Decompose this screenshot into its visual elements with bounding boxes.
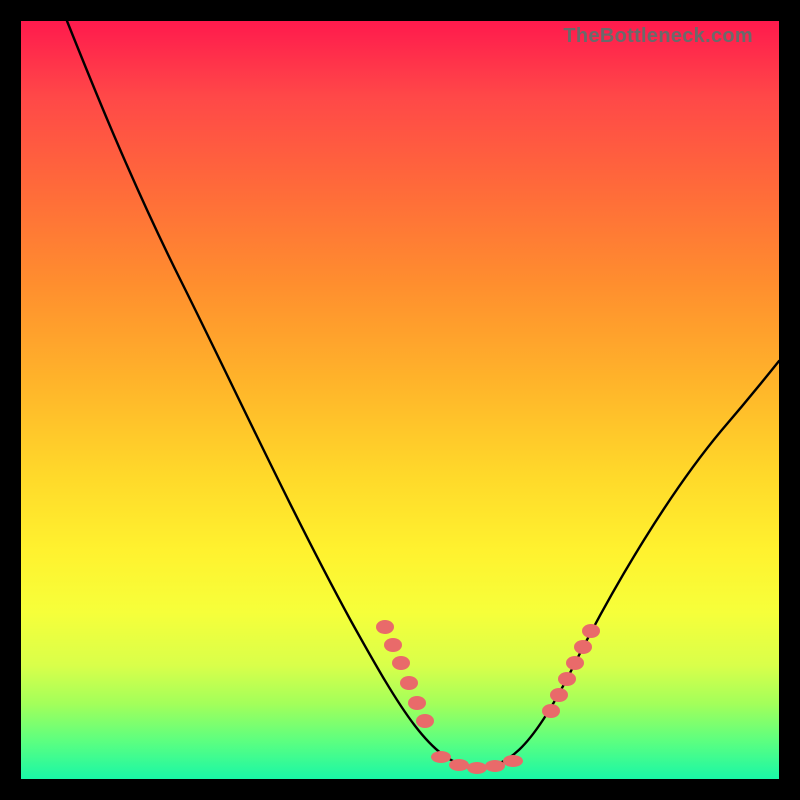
marker-dot xyxy=(566,656,584,670)
marker-dot xyxy=(449,759,469,771)
marker-cluster-bottom xyxy=(431,751,523,774)
bottleneck-chart xyxy=(21,21,779,779)
marker-dot xyxy=(542,704,560,718)
marker-dot xyxy=(384,638,402,652)
marker-dot xyxy=(558,672,576,686)
marker-dot xyxy=(503,755,523,767)
marker-dot xyxy=(416,714,434,728)
marker-dot xyxy=(574,640,592,654)
marker-dot xyxy=(392,656,410,670)
marker-dot xyxy=(376,620,394,634)
marker-dot xyxy=(408,696,426,710)
marker-dot xyxy=(550,688,568,702)
marker-dot xyxy=(431,751,451,763)
marker-dot xyxy=(485,760,505,772)
chart-frame: TheBottleneck.com xyxy=(21,21,779,779)
marker-dot xyxy=(582,624,600,638)
marker-dot xyxy=(467,762,487,774)
bottleneck-curve-path xyxy=(67,21,779,767)
marker-dot xyxy=(400,676,418,690)
